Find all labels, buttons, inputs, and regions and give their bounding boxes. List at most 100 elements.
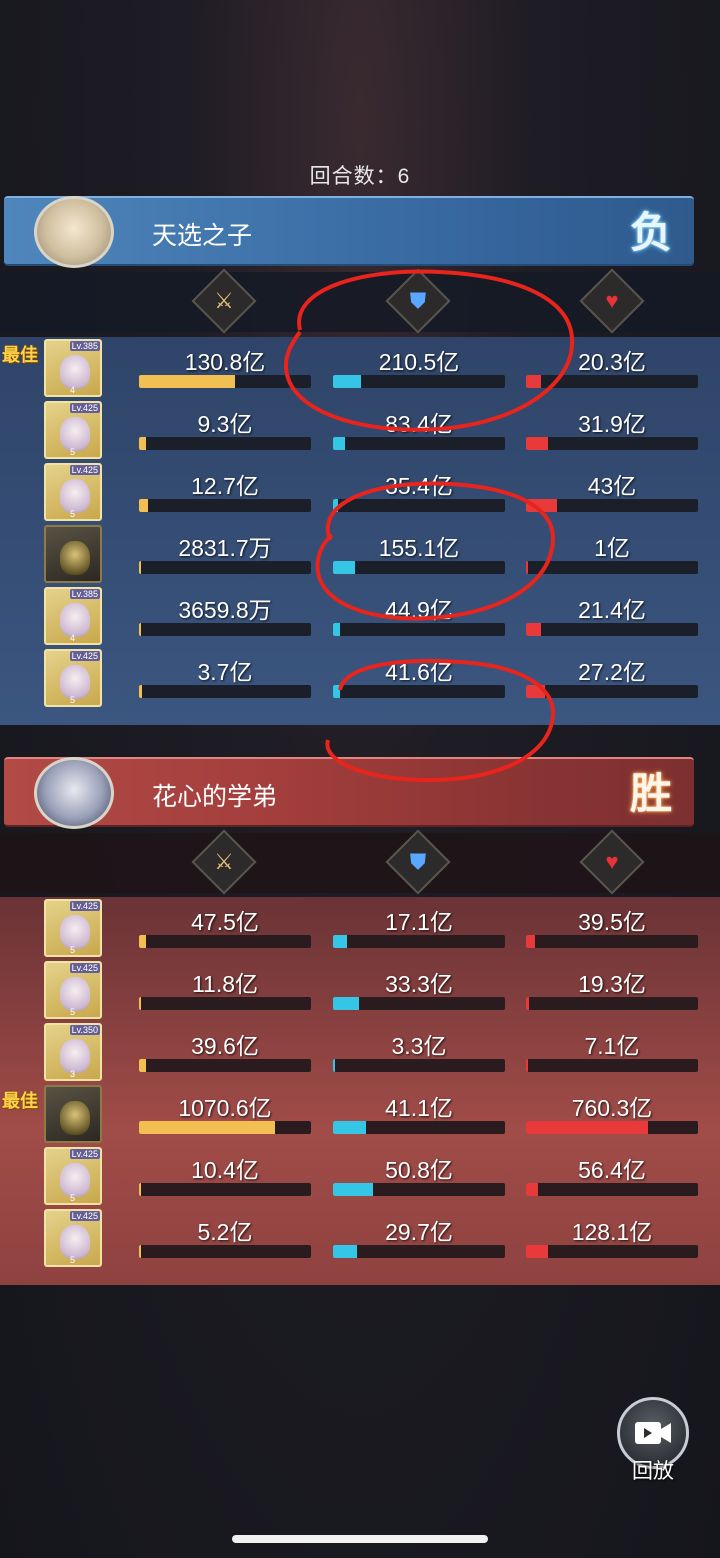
hero-portrait[interactable]: Lv.425 5: [44, 1147, 102, 1205]
hero-face: [60, 479, 90, 513]
attack-stat: 5.2亿: [139, 1207, 311, 1269]
stat-row: Lv.385 4 最佳 130.8亿 210.5亿 20.3亿: [0, 337, 720, 399]
health-value: 27.2亿: [578, 659, 646, 685]
defense-bar-fill: [333, 437, 346, 450]
defense-bar-track: [333, 685, 505, 698]
hero-face: [60, 417, 90, 451]
health-stat: 27.2亿: [526, 647, 698, 709]
defense-stat: 210.5亿: [333, 337, 505, 399]
home-indicator[interactable]: [232, 1535, 488, 1543]
hero-portrait[interactable]: [44, 1085, 102, 1143]
attack-stat: 130.8亿: [139, 337, 311, 399]
attack-value: 11.8亿: [191, 971, 259, 997]
attack-bar-fill: [139, 997, 141, 1010]
defense-stat: 17.1亿: [333, 897, 505, 959]
hero-face: [60, 355, 90, 389]
defense-value: 41.1亿: [385, 1095, 453, 1121]
health-value: 43亿: [587, 473, 637, 499]
health-stat: 43亿: [526, 461, 698, 523]
hero-portrait[interactable]: Lv.350 3: [44, 1023, 102, 1081]
health-bar-fill: [526, 1245, 549, 1258]
defense-value: 155.1亿: [378, 535, 460, 561]
health-stat: 1亿: [526, 523, 698, 585]
defense-value: 35.4亿: [385, 473, 453, 499]
stat-row: Lv.425 5 5.2亿 29.7亿 128.1亿: [0, 1207, 720, 1269]
hero-portrait[interactable]: Lv.425 5: [44, 649, 102, 707]
health-stat: 39.5亿: [526, 897, 698, 959]
attack-bar-track: [139, 1183, 311, 1196]
hero-level: Lv.385: [69, 341, 100, 351]
stat-row: Lv.425 5 10.4亿 50.8亿 56.4亿: [0, 1145, 720, 1207]
health-value: 56.4亿: [578, 1157, 646, 1183]
hero-level: Lv.425: [69, 1211, 100, 1221]
health-bar-fill: [526, 499, 557, 512]
attack-value: 3.7亿: [197, 659, 253, 685]
attack-bar-fill: [139, 935, 146, 948]
attack-bar-fill: [139, 1245, 141, 1258]
defense-stat: 50.8亿: [333, 1145, 505, 1207]
attack-bar-fill: [139, 375, 236, 388]
defense-bar-track: [333, 1121, 505, 1134]
attack-value: 10.4亿: [191, 1157, 259, 1183]
attack-bar-track: [139, 375, 311, 388]
team-b-name: 花心的学弟: [152, 783, 278, 811]
attack-stat: 10.4亿: [139, 1145, 311, 1207]
health-value: 19.3亿: [578, 971, 646, 997]
hero-portrait[interactable]: Lv.425 5: [44, 463, 102, 521]
hero-portrait[interactable]: Lv.425 5: [44, 899, 102, 957]
attack-value: 39.6亿: [191, 1033, 259, 1059]
health-bar-track: [526, 499, 698, 512]
team-b-stats-panel[interactable]: Lv.425 5 47.5亿 17.1亿 39.5亿 Lv.425 5 11.8亿 33.3亿 1…: [0, 897, 720, 1285]
health-bar-track: [526, 623, 698, 636]
health-bar-track: [526, 375, 698, 388]
team-b-stat-header: ⚔ ⛊ ♥: [0, 829, 720, 895]
stat-row: Lv.425 5 3.7亿 41.6亿 27.2亿: [0, 647, 720, 709]
health-bar-fill: [526, 685, 545, 698]
health-header: ♥: [579, 829, 645, 895]
replay-label[interactable]: 回放: [611, 1455, 695, 1485]
defense-value: 29.7亿: [385, 1219, 453, 1245]
defense-stat: 41.6亿: [333, 647, 505, 709]
stat-row: 最佳 1070.6亿 41.1亿 760.3亿: [0, 1083, 720, 1145]
video-icon: [635, 1422, 671, 1444]
attack-bar-track: [139, 997, 311, 1010]
attack-bar-track: [139, 685, 311, 698]
hero-star-count: 5: [70, 447, 76, 457]
hero-portrait[interactable]: Lv.385 4: [44, 587, 102, 645]
attack-value: 5.2亿: [197, 1219, 253, 1245]
defense-stat: 44.9亿: [333, 585, 505, 647]
defense-value: 44.9亿: [385, 597, 453, 623]
health-bar-track: [526, 1183, 698, 1196]
hero-portrait[interactable]: Lv.425 5: [44, 401, 102, 459]
health-bar-track: [526, 685, 698, 698]
defense-value: 83.4亿: [385, 411, 453, 437]
heart-icon: ♥: [605, 849, 619, 874]
team-a-name: 天选之子: [152, 222, 253, 250]
hero-portrait[interactable]: [44, 525, 102, 583]
defense-bar-fill: [333, 623, 340, 636]
health-bar-track: [526, 561, 698, 574]
defense-bar-track: [333, 1183, 505, 1196]
hero-level: Lv.425: [69, 1149, 100, 1159]
team-a-result-badge: 负: [629, 209, 672, 256]
health-bar-fill: [526, 375, 542, 388]
health-stat: 20.3亿: [526, 337, 698, 399]
attack-bar-track: [139, 437, 311, 450]
hero-level: Lv.350: [69, 1025, 100, 1035]
team-b-avatar[interactable]: [34, 757, 114, 829]
health-bar-fill: [526, 997, 530, 1010]
attack-bar-fill: [139, 1059, 146, 1072]
attack-bar-fill: [139, 623, 141, 636]
health-stat: 31.9亿: [526, 399, 698, 461]
hero-portrait[interactable]: Lv.385 4: [44, 339, 102, 397]
sword-icon: ⚔: [214, 288, 234, 313]
hero-star-count: 5: [70, 1007, 76, 1017]
health-value: 21.4亿: [578, 597, 646, 623]
round-counter: 回合数：6: [309, 165, 411, 188]
hero-star-count: 5: [70, 1193, 76, 1203]
hero-star-count: 5: [70, 509, 76, 519]
team-a-avatar[interactable]: [34, 196, 114, 268]
team-a-stats-panel[interactable]: Lv.385 4 最佳 130.8亿 210.5亿 20.3亿 Lv.425 5 9.3亿 83.…: [0, 337, 720, 725]
hero-portrait[interactable]: Lv.425 5: [44, 961, 102, 1019]
hero-portrait[interactable]: Lv.425 5: [44, 1209, 102, 1267]
